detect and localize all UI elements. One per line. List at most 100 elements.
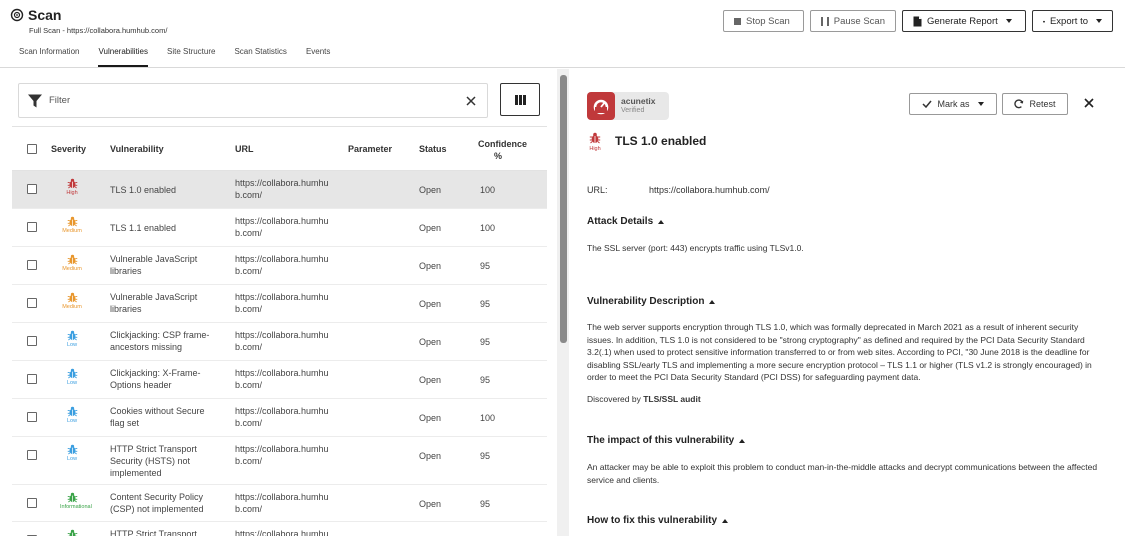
severity-indicator: Low xyxy=(60,368,84,386)
row-checkbox[interactable] xyxy=(27,298,37,308)
detail-severity-label: High xyxy=(589,146,601,152)
col-header-status[interactable]: Status xyxy=(419,144,447,154)
vulnerability-heading: High TLS 1.0 enabled xyxy=(587,132,706,152)
table-body: High TLS 1.0 enabled https://collabora.hum… xyxy=(12,171,547,536)
bug-icon xyxy=(67,254,77,265)
status-value: Open xyxy=(419,375,442,385)
scan-subtitle: Full Scan - https://collabora.humhub.com… xyxy=(29,26,168,35)
table-row[interactable]: Low Cookies without Secure flag set https:… xyxy=(12,399,547,437)
chevron-up-icon xyxy=(709,299,716,304)
tab-scan-statistics[interactable]: Scan Statistics xyxy=(234,47,286,67)
retest-button[interactable]: Retest xyxy=(1002,93,1068,115)
table-row[interactable]: Low HTTP Strict Transport Security (HSTS)… xyxy=(12,437,547,485)
severity-label: Low xyxy=(66,418,78,424)
bug-icon xyxy=(67,529,77,536)
chevron-down-icon xyxy=(1096,19,1102,23)
row-checkbox[interactable] xyxy=(27,374,37,384)
row-checkbox[interactable] xyxy=(27,450,37,460)
tab-events[interactable]: Events xyxy=(306,47,330,67)
vulnerability-name: Vulnerable JavaScript libraries xyxy=(110,292,198,314)
row-checkbox[interactable] xyxy=(27,184,37,194)
clear-filter-icon[interactable] xyxy=(465,95,477,107)
how-to-fix-heading[interactable]: How to fix this vulnerability xyxy=(587,515,729,526)
columns-toggle-button[interactable] xyxy=(500,83,540,116)
status-value: Open xyxy=(419,499,442,509)
confidence-value: 95 xyxy=(480,337,491,347)
severity-indicator: Medium xyxy=(60,216,84,234)
bug-icon xyxy=(67,444,77,455)
row-checkbox[interactable] xyxy=(27,498,37,508)
detail-url-row: URL: https://collabora.humhub.com/ xyxy=(587,185,770,195)
col-header-vulnerability[interactable]: Vulnerability xyxy=(110,144,164,154)
severity-label: High xyxy=(66,190,78,196)
tab-vulnerabilities[interactable]: Vulnerabilities xyxy=(98,47,148,67)
row-checkbox[interactable] xyxy=(27,336,37,346)
table-row[interactable]: Informational Content Security Policy (CS… xyxy=(12,485,547,522)
table-row[interactable]: Low Clickjacking: CSP frame-ancestors mis… xyxy=(12,323,547,361)
pause-scan-button[interactable]: Pause Scan xyxy=(810,10,896,32)
chevron-down-icon xyxy=(1005,19,1012,23)
export-icon xyxy=(1043,20,1045,22)
discovered-by-prefix: Discovered by xyxy=(587,394,641,404)
vulnerability-detail-pane: acunetix Verified Mark as Retest High TL… xyxy=(570,69,1125,536)
acunetix-verified-badge: acunetix Verified xyxy=(587,92,669,120)
vulnerability-name: Clickjacking: CSP frame-ancestors missin… xyxy=(110,330,210,352)
severity-indicator: Informational xyxy=(60,492,92,510)
vulnerability-title: TLS 1.0 enabled xyxy=(615,134,707,148)
row-checkbox[interactable] xyxy=(27,412,37,422)
row-checkbox[interactable] xyxy=(27,260,37,270)
severity-indicator: Low xyxy=(60,406,84,424)
severity-label: Low xyxy=(66,380,78,386)
vulnerability-description-heading[interactable]: Vulnerability Description xyxy=(587,296,716,307)
table-row[interactable]: Medium TLS 1.1 enabled https://collabora.h… xyxy=(12,209,547,247)
close-icon[interactable] xyxy=(1082,96,1096,110)
col-header-severity[interactable]: Severity xyxy=(51,144,86,154)
table-row[interactable]: Low Clickjacking: X-Frame-Options header h… xyxy=(12,361,547,399)
header-actions: Stop Scan Pause Scan Generate Report Exp… xyxy=(723,10,1113,32)
table-row[interactable]: Informational HTTP Strict Transport https:… xyxy=(12,522,547,536)
impact-heading[interactable]: The impact of this vulnerability xyxy=(587,435,746,446)
bug-icon xyxy=(67,292,77,303)
export-to-button[interactable]: Export to xyxy=(1032,10,1113,32)
stop-scan-button[interactable]: Stop Scan xyxy=(723,10,804,32)
status-value: Open xyxy=(419,261,442,271)
vulnerability-name: TLS 1.1 enabled xyxy=(110,223,177,233)
filter-input[interactable]: Filter xyxy=(18,83,488,118)
generate-report-button[interactable]: Generate Report xyxy=(902,10,1026,32)
export-to-label: Export to xyxy=(1049,15,1088,27)
row-checkbox[interactable] xyxy=(27,222,37,232)
vulnerability-name: HTTP Strict Transport Security (HSTS) no… xyxy=(110,444,197,478)
confidence-value: 100 xyxy=(480,413,496,423)
pause-icon xyxy=(821,16,829,26)
bug-icon xyxy=(67,368,77,379)
tab-scan-information[interactable]: Scan Information xyxy=(19,47,79,67)
detail-severity: High xyxy=(587,132,603,152)
col-header-confidence[interactable]: Confidence % xyxy=(478,138,527,162)
severity-label: Medium xyxy=(62,304,82,310)
columns-icon xyxy=(514,94,526,105)
impact-heading-text: The impact of this vulnerability xyxy=(587,435,735,446)
page-title: Scan xyxy=(28,7,62,23)
confidence-value: 95 xyxy=(480,299,491,309)
status-value: Open xyxy=(419,337,442,347)
discovered-by-value: TLS/SSL audit xyxy=(643,394,701,404)
table-row[interactable]: Medium Vulnerable JavaScript libraries htt… xyxy=(12,285,547,323)
table-row[interactable]: High TLS 1.0 enabled https://collabora.hum… xyxy=(12,171,547,209)
select-all-checkbox[interactable] xyxy=(27,144,37,154)
status-value: Open xyxy=(419,413,442,423)
acunetix-brand: acunetix xyxy=(621,96,656,106)
col-header-parameter[interactable]: Parameter xyxy=(348,144,392,154)
list-scrollbar-thumb[interactable] xyxy=(560,75,567,343)
severity-label: Low xyxy=(66,456,78,462)
col-header-url[interactable]: URL xyxy=(235,144,254,154)
vulnerabilities-list-pane: Filter Severity Vulnerability URL Parame… xyxy=(0,69,558,536)
table-row[interactable]: Medium Vulnerable JavaScript libraries htt… xyxy=(12,247,547,285)
scan-tabs: Scan Information Vulnerabilities Site St… xyxy=(19,47,349,67)
severity-label: Informational xyxy=(60,504,92,510)
attack-details-heading[interactable]: Attack Details xyxy=(587,216,665,227)
tab-site-structure[interactable]: Site Structure xyxy=(167,47,215,67)
severity-label: Medium xyxy=(62,228,82,234)
page-title-row: Scan xyxy=(10,7,61,23)
mark-as-button[interactable]: Mark as xyxy=(909,93,997,115)
vulnerability-description-text: The web server supports encryption throu… xyxy=(587,322,1092,383)
